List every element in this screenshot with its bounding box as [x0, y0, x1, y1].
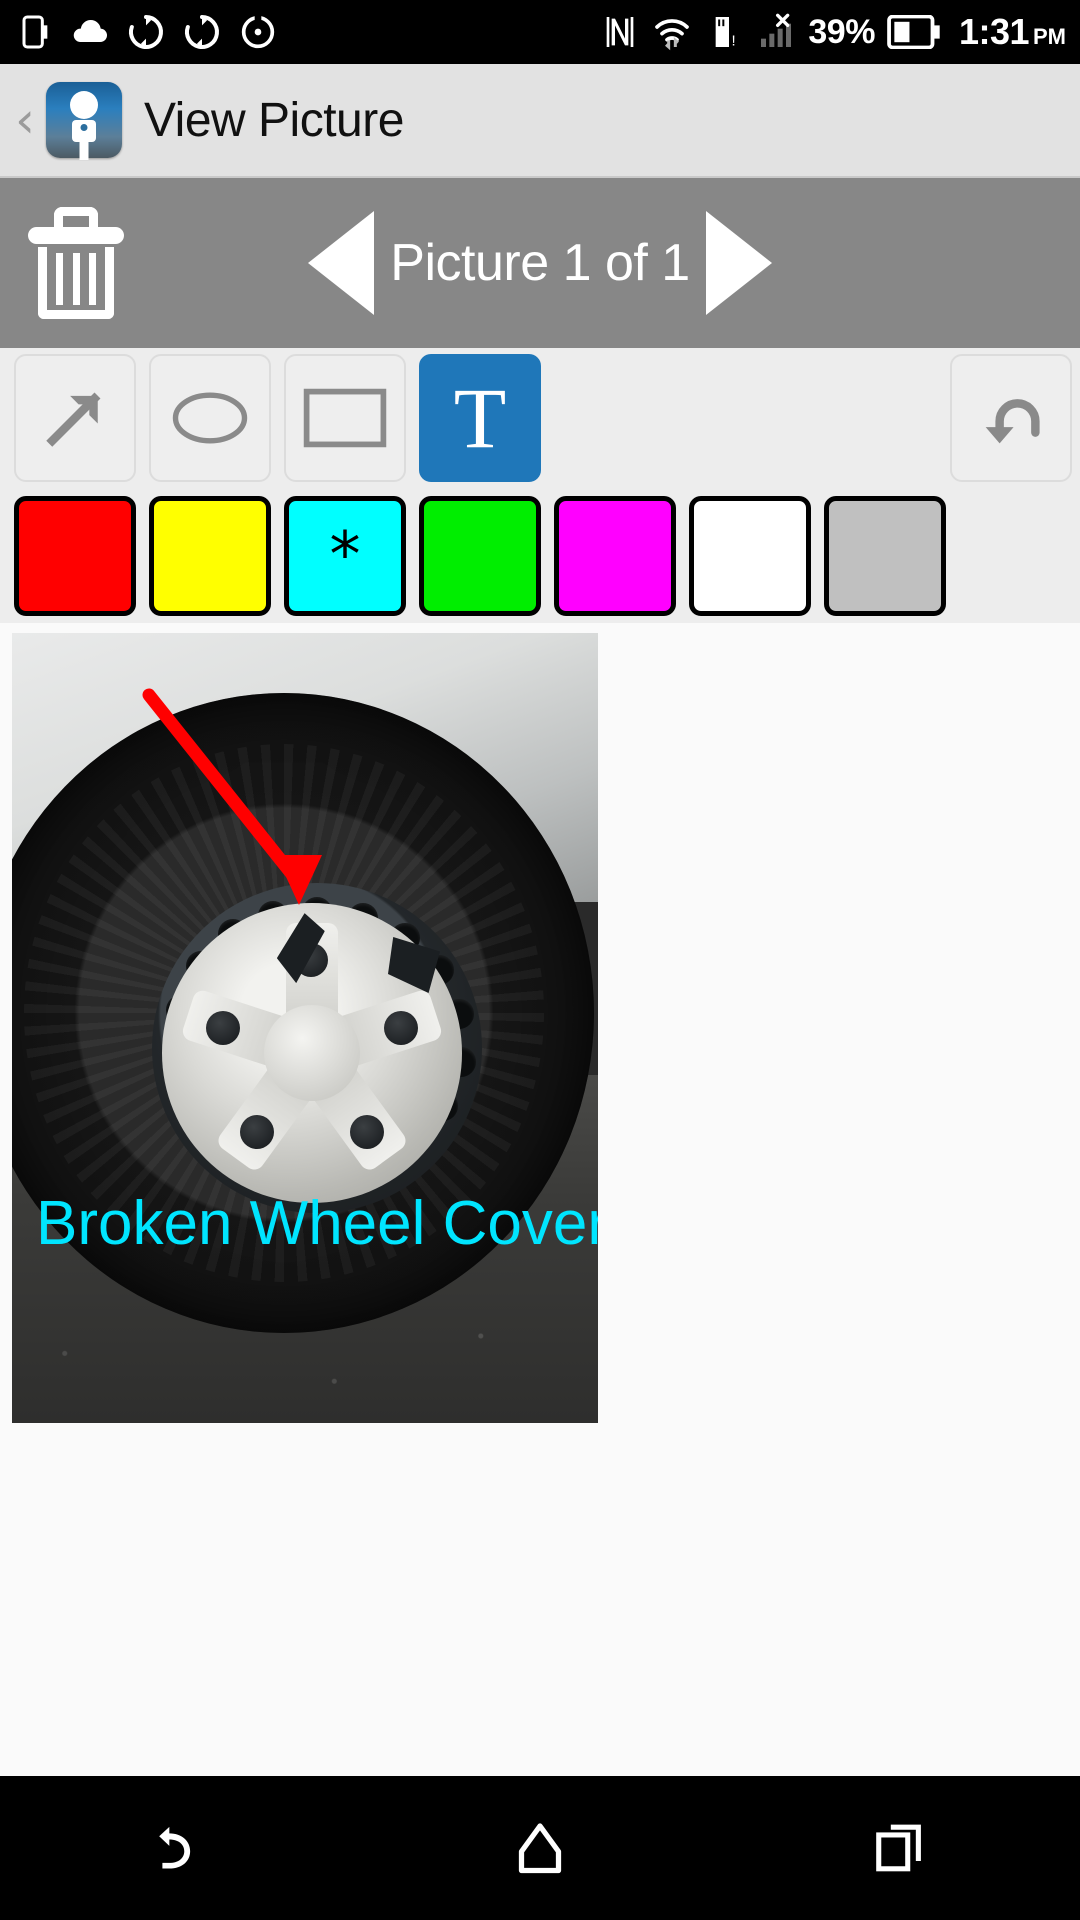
text-tool-button[interactable]: T: [419, 354, 541, 482]
no-signal-icon: [761, 13, 792, 47]
svg-text:!: !: [732, 32, 736, 49]
sd-card-warning-icon: !: [716, 17, 736, 49]
status-bar-left-icons: [14, 12, 278, 52]
picture-nav-center: Picture 1 of 1: [0, 211, 1080, 315]
annotation-tool-row: T: [0, 348, 1080, 488]
color-swatch-white[interactable]: [689, 495, 811, 616]
color-swatch-green[interactable]: [419, 495, 541, 616]
ellipse-icon: [172, 392, 248, 444]
color-swatch-gray[interactable]: [824, 495, 946, 616]
annotated-photo[interactable]: Broken Wheel Cover: [12, 633, 598, 1423]
annotation-arrow: [142, 688, 322, 905]
photo-canvas-area: Broken Wheel Cover: [0, 623, 1080, 1920]
nfc-icon: [607, 17, 634, 47]
arrow-tool-button[interactable]: [14, 354, 136, 482]
next-triangle-icon[interactable]: [705, 211, 772, 315]
picture-nav-bar: Picture 1 of 1: [0, 178, 1080, 348]
sim-card-icon: [22, 15, 48, 49]
key-stem-shape: [79, 140, 89, 160]
undo-arrow-icon: [985, 399, 1040, 444]
key-hole-shape: [80, 124, 88, 131]
nav-home-button[interactable]: [480, 1798, 600, 1898]
ellipse-tool-button[interactable]: [149, 354, 271, 482]
color-swatch-red[interactable]: [14, 495, 136, 616]
wifi-data-icon: [655, 19, 690, 51]
color-palette-row: *: [0, 488, 1080, 623]
page-title: View Picture: [144, 93, 404, 147]
battery-percent: 39%: [808, 12, 875, 51]
nav-back-button[interactable]: [120, 1798, 240, 1898]
rectangle-tool-button[interactable]: [284, 354, 406, 482]
system-nav-bar: [0, 1776, 1080, 1920]
battery-icon: [887, 15, 940, 49]
home-icon: [518, 1823, 562, 1874]
color-swatch-yellow[interactable]: [149, 495, 271, 616]
status-bar: ! 39% 1:31 PM: [0, 0, 1080, 64]
annotation-text: Broken Wheel Cover: [36, 1189, 598, 1258]
back-arrow-icon: [159, 1826, 191, 1869]
recent-apps-icon: [876, 1824, 921, 1872]
rectangle-icon: [303, 388, 387, 448]
sync-icon: [129, 15, 163, 49]
app-bar: ‹ View Picture: [0, 64, 1080, 178]
prev-triangle-icon[interactable]: [308, 211, 375, 315]
key-app-icon[interactable]: [46, 82, 122, 160]
cloud-upload-icon: [73, 19, 108, 43]
color-swatch-cyan[interactable]: *: [284, 495, 406, 616]
rotate-icon: [241, 14, 275, 49]
nav-recents-button[interactable]: [840, 1798, 960, 1898]
undo-tool-button[interactable]: [950, 354, 1072, 482]
status-bar-right-icons: ! 39% 1:31 PM: [600, 11, 1066, 53]
key-head-shape: [70, 91, 98, 119]
color-selected-marker: *: [329, 518, 361, 592]
clock: 1:31 PM: [959, 11, 1066, 53]
clock-ampm: PM: [1033, 24, 1066, 49]
sync-alt-icon: [185, 15, 219, 49]
clock-time: 1:31: [958, 11, 1030, 52]
arrow-up-right-icon: [46, 392, 101, 447]
text-T-icon: T: [453, 370, 507, 466]
color-swatch-magenta[interactable]: [554, 495, 676, 616]
picture-counter: Picture 1 of 1: [390, 234, 690, 292]
back-chevron-icon[interactable]: ‹: [8, 95, 42, 145]
